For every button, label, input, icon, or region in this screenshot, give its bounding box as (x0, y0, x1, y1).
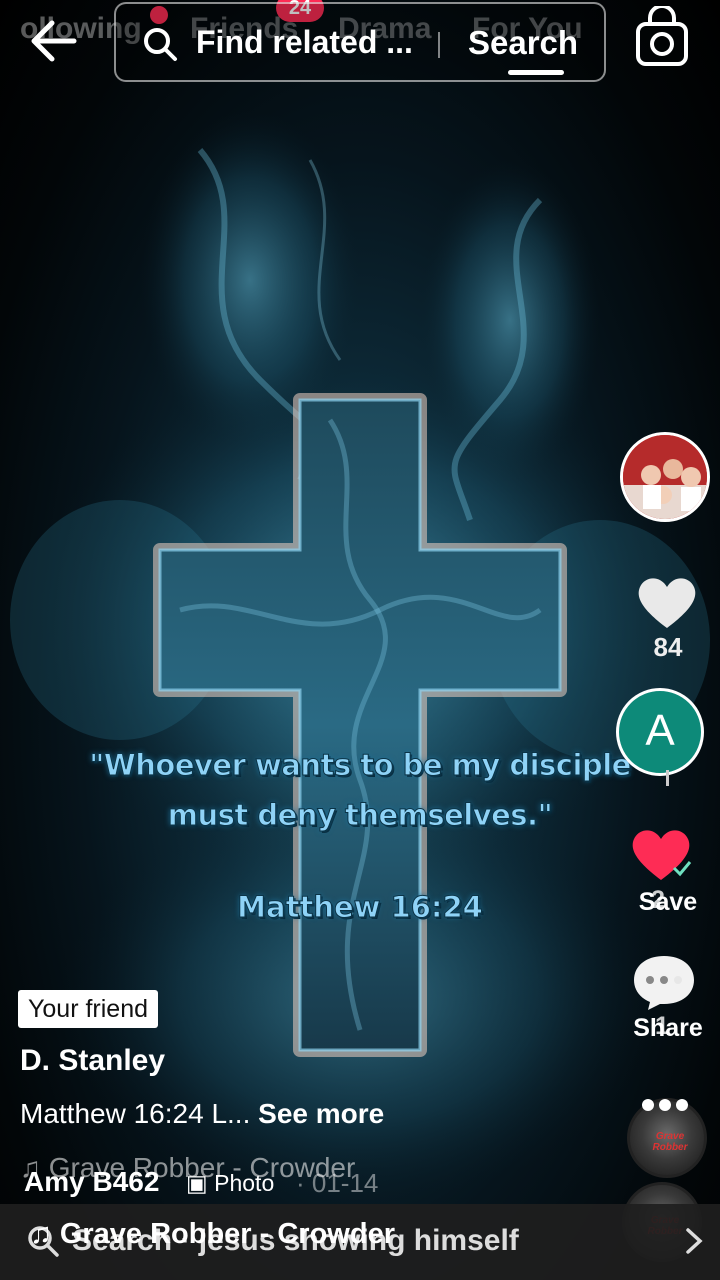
save-label[interactable]: Save (620, 888, 716, 917)
quote-line-1: "Whoever wants to be my disciple (89, 748, 632, 783)
see-more-link[interactable]: See more (258, 1098, 384, 1129)
share-count: 1 (655, 1012, 669, 1040)
creator-avatar[interactable] (620, 432, 710, 522)
cross-artwork (10, 110, 710, 1200)
disc-label: Grave Robber (652, 1131, 688, 1153)
search-input[interactable]: Find related ... (196, 24, 413, 61)
overlay-author-name[interactable]: Amy B462 (24, 1166, 159, 1198)
post-date: · 01-14 (296, 1168, 379, 1198)
search-bar[interactable]: Find related ... Search (114, 2, 606, 82)
share-icon[interactable] (630, 950, 698, 1012)
like-heart-icon[interactable] (636, 574, 698, 630)
photo-tag: ▣ Photo (186, 1170, 274, 1197)
quote-line-2: must deny themselves." (167, 798, 553, 833)
bottom-search-bar[interactable]: Search · jesus showing himself ♫ Grave R… (0, 1204, 720, 1280)
more-options-icon[interactable] (640, 1098, 690, 1112)
avatar-follow-indicator (666, 770, 669, 786)
chevron-right-icon[interactable] (682, 1226, 706, 1256)
bottom-music-text: Grave Robber - Crowder (59, 1218, 395, 1250)
search-button[interactable]: Search (468, 24, 578, 62)
music-note-icon-bottom: ♫ (30, 1218, 52, 1250)
photo-icon: ▣ (186, 1170, 208, 1196)
back-button[interactable] (26, 14, 82, 68)
like-count: 84 (653, 632, 683, 662)
quote-text: "Whoever wants to be my disciple must de… (60, 740, 660, 840)
bottom-music-title: ♫ Grave Robber - Crowder (30, 1218, 395, 1251)
search-icon (144, 28, 177, 61)
profile-avatar[interactable]: A (616, 688, 704, 776)
verse-reference: Matthew 16:24 (237, 890, 484, 925)
post-image (0, 0, 720, 1280)
caption[interactable]: Matthew 16:24 L... See more (20, 1098, 384, 1130)
active-tab-indicator (508, 70, 564, 75)
arrow-left-icon (31, 20, 77, 62)
camera-button[interactable] (630, 4, 694, 70)
save-count: 2 (651, 886, 665, 914)
friend-badge: Your friend (18, 990, 158, 1028)
author-name[interactable]: D. Stanley (20, 1044, 165, 1078)
camera-icon (636, 4, 688, 66)
photo-label: Photo (214, 1170, 275, 1196)
search-divider (438, 32, 440, 58)
liked-heart-icon[interactable] (630, 826, 692, 882)
caption-text: Matthew 16:24 L... (20, 1098, 251, 1129)
